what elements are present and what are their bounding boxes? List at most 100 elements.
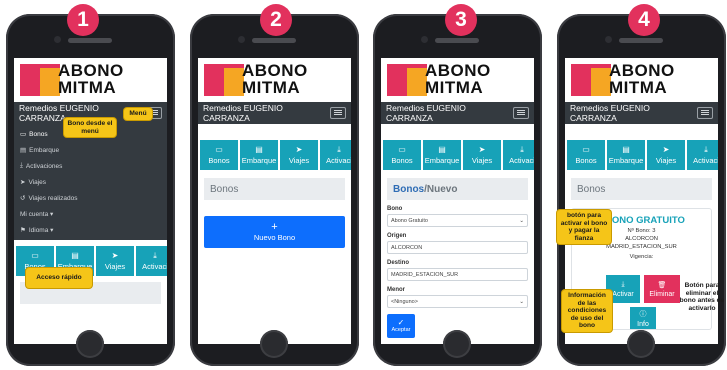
camera (421, 36, 428, 43)
info-button[interactable]: ⓘ Info (630, 307, 656, 329)
origen-input[interactable]: ALCORCON (387, 241, 528, 254)
download-icon: ⤓ (337, 144, 341, 154)
user-name: Remedios EUGENIO CARRANZA (570, 103, 650, 123)
send-icon: ➤ (111, 250, 119, 260)
speaker (252, 38, 296, 43)
tile-activaciones[interactable]: ⤓ Activaci (503, 140, 534, 170)
hamburger-icon[interactable] (330, 107, 346, 119)
hamburger-icon[interactable] (697, 107, 713, 119)
menu-item-mi-cuenta[interactable]: Mi cuenta ▾ (14, 206, 167, 222)
menu-item-idioma[interactable]: ⚑ Idioma ▾ (14, 222, 167, 238)
phone-3: ABONO MITMA Remedios EUGENIO CARRANZA ▭ Bo… (373, 14, 542, 366)
plus-icon: + (271, 221, 278, 233)
tile-viajes[interactable]: ➤ Viajes (647, 140, 685, 170)
clipboard-icon: ▤ (20, 147, 27, 154)
side-menu: ▭ Bonos ▤ Embarque ⤓ Activaciones ➤ Viajes ↺… (14, 124, 167, 240)
tile-bonos[interactable]: ▭ Bonos (383, 140, 421, 170)
user-name: Remedios EUGENIO CARRANZA (203, 103, 283, 123)
menu-item-viajes-realizados[interactable]: ↺ Viajes realizados (14, 190, 167, 206)
camera (605, 36, 612, 43)
page-title: Bonos (571, 178, 712, 200)
camera (54, 36, 61, 43)
home-button (260, 330, 288, 358)
bono-select[interactable]: Abono Gratuito ⌄ (387, 214, 528, 227)
menor-select[interactable]: <Ninguno> ⌄ (387, 295, 528, 308)
speaker (619, 38, 663, 43)
check-icon: ✓ (397, 318, 405, 327)
navbar: Remedios EUGENIO CARRANZA (198, 102, 351, 124)
quick-tiles: ▭ Bonos ▤ Embarque ➤ Viajes ⤓ Activaci (198, 140, 351, 170)
quick-tiles: ▭ Bonos ▤ Embarque ➤ Viajes ⤓ Activaci (381, 140, 534, 170)
clipboard-icon: ▤ (622, 144, 630, 154)
history-icon: ↺ (20, 195, 26, 202)
download-icon: ⤓ (621, 280, 625, 288)
clipboard-icon: ▤ (438, 144, 446, 154)
menu-item-activaciones[interactable]: ⤓ Activaciones (14, 158, 167, 174)
clipboard-icon: ▤ (71, 250, 79, 260)
card-icon: ▭ (31, 250, 39, 260)
tile-embarque[interactable]: ▤ Embarque (423, 140, 461, 170)
quick-tiles: ▭ Bonos ▤ Embarque ➤ Viajes ⤓ Activaci (565, 140, 718, 170)
tile-embarque[interactable]: ▤ Embarque (607, 140, 645, 170)
callout-info: Información de las condiciones de uso de… (562, 290, 612, 332)
send-icon: ➤ (20, 179, 26, 186)
tile-embarque[interactable]: ▤ Embarque (240, 140, 278, 170)
label-destino: Destino (387, 260, 410, 266)
send-icon: ➤ (662, 144, 670, 154)
download-icon: ⤓ (704, 144, 708, 154)
step-badge-3: 3 (445, 4, 477, 36)
download-icon: ⤓ (153, 250, 157, 260)
tile-viajes[interactable]: ➤ Viajes (463, 140, 501, 170)
tile-viajes[interactable]: ➤ Viajes (96, 246, 134, 276)
flag-icon: ⚑ (20, 227, 26, 234)
phone-2: ABONO MITMA Remedios EUGENIO CARRANZA ▭ Bo… (190, 14, 359, 366)
callout-activate: botón para activar el bono y pagar la fi… (557, 210, 611, 245)
info-icon: ⓘ (639, 310, 647, 318)
screen-new-bono: ABONO MITMA Remedios EUGENIO CARRANZA ▭ Bo… (381, 58, 534, 344)
delete-button[interactable]: 🗑 Eliminar (644, 275, 680, 303)
tile-activaciones[interactable]: ⤓ Activaci (320, 140, 351, 170)
download-icon: ⤓ (20, 162, 23, 169)
tile-bonos[interactable]: ▭ Bonos (567, 140, 605, 170)
app-logo: ABONO MITMA (198, 58, 351, 102)
send-icon: ➤ (295, 144, 303, 154)
home-button (76, 330, 104, 358)
tile-activaciones[interactable]: ⤓ Activaci (687, 140, 718, 170)
hamburger-icon[interactable] (513, 107, 529, 119)
step-badge-1: 1 (67, 4, 99, 36)
menu-item-viajes[interactable]: ➤ Viajes (14, 174, 167, 190)
navbar: Remedios EUGENIO CARRANZA (381, 102, 534, 124)
new-bono-button[interactable]: + Nuevo Bono (204, 216, 345, 248)
clipboard-icon: ▤ (255, 144, 263, 154)
user-name: Remedios EUGENIO CARRANZA (386, 103, 466, 123)
speaker (435, 38, 479, 43)
callout-menu: Menú (124, 108, 152, 120)
screen-bonos-list: ABONO MITMA Remedios EUGENIO CARRANZA ▭ Bo… (198, 58, 351, 344)
chevron-down-icon: ⌄ (519, 217, 524, 224)
phone-1: ABONO MITMA Remedios EUGENIO CARRANZA ▭ Bo… (6, 14, 175, 366)
callout-quick-access: Acceso rápido (26, 268, 92, 288)
accept-button[interactable]: ✓ Aceptar (387, 314, 415, 338)
card-icon: ▭ (398, 144, 406, 154)
bono-validity: Vigencia: (629, 254, 654, 260)
app-logo: ABONO MITMA (14, 58, 167, 102)
label-origen: Origen (387, 233, 407, 239)
camera (238, 36, 245, 43)
chevron-down-icon: ⌄ (519, 298, 524, 305)
tile-viajes[interactable]: ➤ Viajes (280, 140, 318, 170)
tile-bonos[interactable]: ▭ Bonos (200, 140, 238, 170)
destino-input[interactable]: MADRID_ESTACION_SUR (387, 268, 528, 281)
card-icon: ▭ (20, 131, 27, 138)
app-logo: ABONO MITMA (381, 58, 534, 102)
navbar: Remedios EUGENIO CARRANZA (565, 102, 718, 124)
menu-item-embarque[interactable]: ▤ Embarque (14, 142, 167, 158)
screen-menu: ABONO MITMA Remedios EUGENIO CARRANZA ▭ Bo… (14, 58, 167, 344)
step-badge-2: 2 (260, 4, 292, 36)
label-bono: Bono (387, 206, 403, 212)
step-badge-4: 4 (628, 4, 660, 36)
home-button (627, 330, 655, 358)
app-logo: ABONO MITMA (565, 58, 718, 102)
callout-menu-item: Bono desde el menú (64, 118, 116, 138)
tile-activaciones[interactable]: ⤓ Activaci (136, 246, 167, 276)
download-icon: ⤓ (520, 144, 524, 154)
